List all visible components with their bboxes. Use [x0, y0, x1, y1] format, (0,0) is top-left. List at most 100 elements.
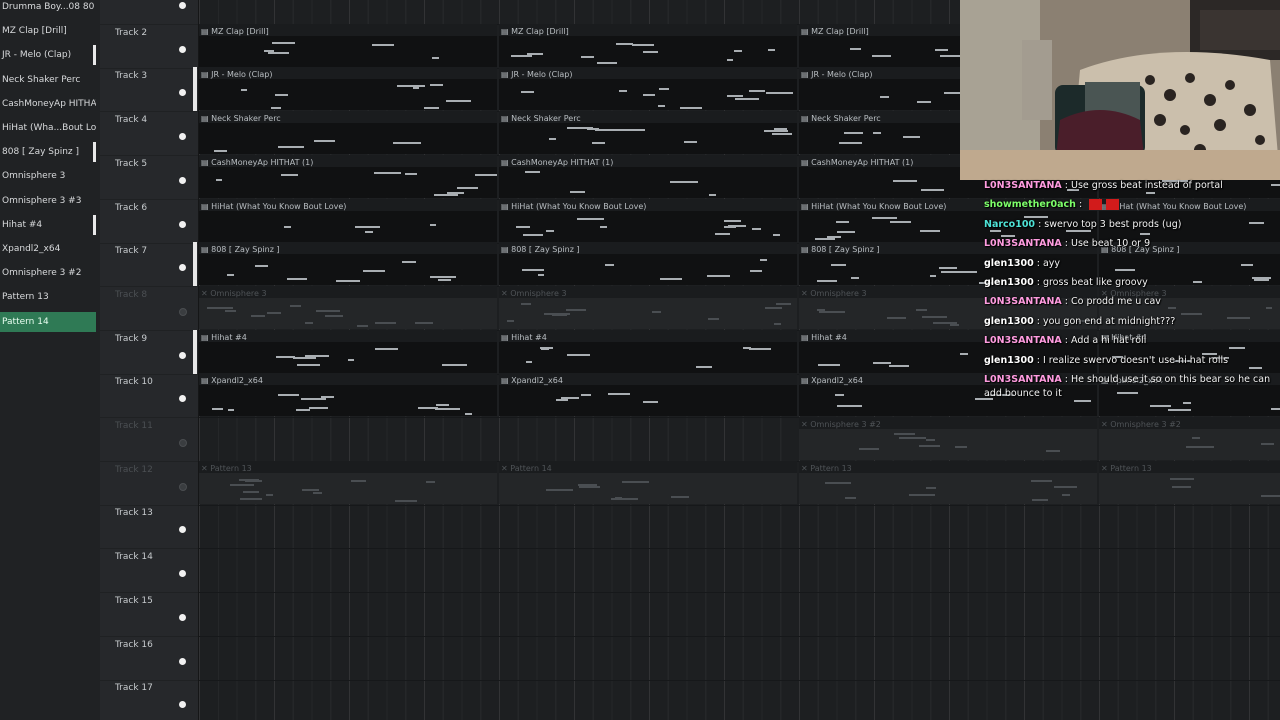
pattern-clip[interactable]: ▤ 808 [ Zay Spinz ] — [199, 242, 497, 286]
pattern-clip[interactable]: ▤ Hihat #4 — [499, 329, 797, 373]
track-mute-dot[interactable] — [179, 220, 186, 228]
track-header[interactable]: Track 8 — [100, 286, 198, 331]
track-header[interactable]: Track 12 — [100, 461, 198, 506]
pattern-clip[interactable]: ▤ CashMoneyAp HITHAT (1) — [199, 154, 497, 198]
picker-item[interactable]: JR - Melo (Clap) — [0, 45, 96, 65]
track-mute-dot[interactable] — [179, 395, 186, 403]
midi-note — [926, 438, 935, 441]
midi-note — [902, 136, 921, 139]
chat-text: : Use gross beat instead of portal — [1061, 180, 1223, 191]
picker-item[interactable]: Omnisphere 3 #3 — [0, 191, 96, 211]
midi-note — [356, 325, 369, 328]
midi-note — [521, 269, 545, 272]
pattern-clip[interactable]: ▤ JR - Melo (Clap) — [499, 67, 797, 111]
picker-item[interactable]: Neck Shaker Perc — [0, 70, 96, 90]
picker-item[interactable]: Drumma Boy...08 80 (55) — [0, 0, 96, 17]
playlist-lane[interactable] — [199, 636, 1280, 681]
track-mute-dot[interactable] — [179, 264, 186, 272]
pattern-clip[interactable]: ▤ MZ Clap [Drill] — [499, 23, 797, 67]
pattern-clip[interactable]: ▤ Xpandl2_x64 — [499, 373, 797, 417]
pattern-clip[interactable]: ▤ 808 [ Zay Spinz ] — [499, 242, 797, 286]
track-header[interactable]: Track 7 — [100, 242, 198, 288]
midi-note — [240, 498, 262, 501]
picker-item[interactable]: MZ Clap [Drill] — [0, 21, 96, 41]
pattern-clip[interactable]: ✕ Omnisphere 3 #2 — [1099, 417, 1280, 460]
playlist-lane[interactable] — [199, 504, 1280, 550]
pattern-clip[interactable]: ▤ Xpandl2_x64 — [199, 373, 497, 417]
track-header[interactable]: Track 17 — [100, 679, 198, 720]
pattern-clip[interactable]: ✕ Omnisphere 3 #2 — [799, 417, 1097, 460]
midi-note — [659, 88, 669, 91]
clip-title: ▤ Hihat #4 — [201, 332, 247, 342]
track-header[interactable]: Track 3 — [100, 67, 198, 113]
playlist-lane[interactable] — [199, 679, 1280, 720]
pattern-clip[interactable]: ▤ Neck Shaker Perc — [199, 111, 497, 155]
track-name: Track 17 — [115, 683, 153, 694]
track-header[interactable]: Track 11 — [100, 417, 198, 462]
track-mute-dot[interactable] — [179, 482, 187, 491]
track-header[interactable]: Track 4 — [100, 111, 198, 157]
pattern-clip[interactable]: ✕ Omnisphere 3 — [199, 285, 497, 329]
pattern-clip[interactable]: ✕ Pattern 13 — [1099, 460, 1280, 504]
track-header[interactable]: Track 5 — [100, 155, 198, 200]
track-header-column: Track 1 Track 2 Track 3 Track 4 Track 5 Track… — [100, 0, 199, 720]
track-header[interactable]: Track 6 — [100, 199, 198, 244]
midi-note — [375, 322, 397, 325]
pattern-clip[interactable]: ▤ Neck Shaker Perc — [499, 111, 797, 155]
track-mute-dot[interactable] — [179, 351, 186, 359]
picker-item[interactable]: CashMoneyAp HITHAT (1) — [0, 94, 96, 114]
track-mute-dot[interactable] — [179, 89, 186, 97]
track-mute-dot[interactable] — [179, 176, 186, 184]
pattern-clip[interactable]: ✕ Pattern 13 — [799, 460, 1097, 504]
chat-message: Narco100 : swervo top 3 best prods (ug) — [984, 215, 1276, 234]
playlist-lane[interactable] — [199, 548, 1280, 594]
midi-note — [561, 396, 579, 399]
midi-note — [727, 224, 747, 227]
track-mute-dot[interactable] — [179, 657, 186, 665]
track-mute-dot[interactable] — [179, 439, 187, 447]
picker-item[interactable]: Pattern 14 — [0, 311, 96, 332]
track-mute-dot[interactable] — [179, 307, 187, 316]
track-mute-dot[interactable] — [179, 613, 186, 621]
track-header[interactable]: Track 1 — [100, 0, 198, 25]
pattern-clip[interactable]: ▤ CashMoneyAp HITHAT (1) — [499, 154, 797, 198]
picker-item[interactable]: HiHat (Wha...Bout Love) — [0, 118, 96, 138]
midi-note — [207, 306, 234, 309]
midi-note — [615, 43, 634, 46]
track-header[interactable]: Track 10 — [100, 373, 198, 419]
pattern-clip[interactable]: ▤ HiHat (What You Know Bout Love) — [199, 198, 497, 242]
pattern-clip[interactable]: ▤ Hihat #4 — [199, 329, 497, 373]
picker-item[interactable]: Omnisphere 3 — [0, 166, 96, 186]
pattern-clip[interactable]: ▤ JR - Melo (Clap) — [199, 67, 497, 111]
track-header[interactable]: Track 13 — [100, 504, 198, 550]
picker-item[interactable]: 808 [ Zay Spinz ] — [0, 142, 96, 162]
playlist-lane[interactable] — [199, 592, 1280, 637]
track-header[interactable]: Track 14 — [100, 548, 198, 594]
picker-item[interactable]: Omnisphere 3 #2 — [0, 263, 96, 283]
midi-note — [394, 500, 418, 503]
track-mute-dot[interactable] — [179, 45, 186, 53]
pattern-clip[interactable]: ✕ Omnisphere 3 — [499, 285, 797, 329]
track-mute-dot[interactable] — [179, 133, 186, 141]
picker-item[interactable]: Hihat #4 — [0, 215, 96, 235]
clip-title: ▤ Xpandl2_x64 — [501, 376, 563, 386]
pattern-clip[interactable]: ▤ HiHat (What You Know Bout Love) — [499, 198, 797, 242]
midi-note — [556, 398, 569, 401]
track-name: Track 4 — [115, 115, 148, 126]
picker-item[interactable]: Xpandl2_x64 — [0, 239, 96, 259]
track-header[interactable]: Track 9 — [100, 329, 198, 375]
track-header[interactable]: Track 16 — [100, 636, 198, 681]
track-mute-dot[interactable] — [179, 526, 186, 534]
track-header[interactable]: Track 2 — [100, 24, 198, 69]
track-header[interactable]: Track 15 — [100, 592, 198, 637]
picker-item[interactable]: Pattern 13 — [0, 287, 96, 307]
pattern-clip[interactable]: ✕ Pattern 14 — [499, 460, 797, 504]
playlist-lane[interactable]: ✕ Omnisphere 3 #2 ✕ Omnisphere 3 #2 — [199, 417, 1280, 462]
track-mute-dot[interactable] — [179, 2, 186, 9]
pattern-clip[interactable]: ▤ MZ Clap [Drill] — [199, 23, 497, 67]
playlist-lane[interactable]: ✕ Pattern 13 ✕ Pattern 14 ✕ Pattern 13 ✕ Pa… — [199, 460, 1280, 506]
track-mute-dot[interactable] — [179, 701, 186, 709]
track-mute-dot[interactable] — [179, 570, 186, 578]
midi-note — [921, 188, 945, 191]
pattern-clip[interactable]: ✕ Pattern 13 — [199, 460, 497, 504]
